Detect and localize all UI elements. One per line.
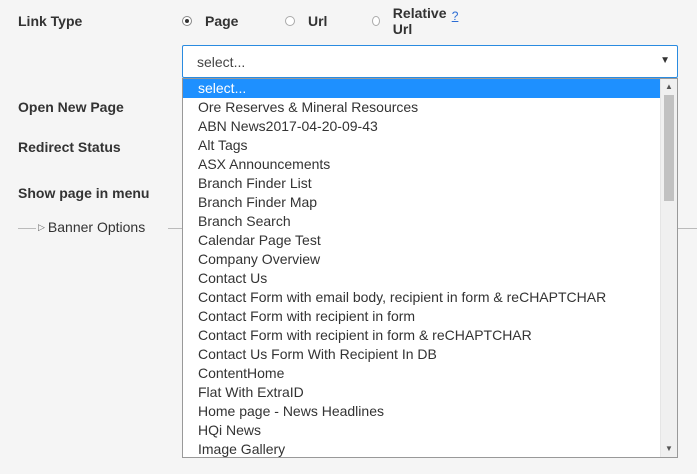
dropdown-option[interactable]: Ore Reserves & Mineral Resources: [183, 98, 660, 117]
dropdown-option[interactable]: Contact Form with email body, recipient …: [183, 288, 660, 307]
radio-relative-url[interactable]: Relative Url ?: [372, 5, 459, 37]
dropdown-option[interactable]: select...: [183, 79, 660, 98]
page-select-value: select...: [197, 54, 246, 70]
dropdown-option[interactable]: Image Gallery: [183, 440, 660, 457]
scrollbar-thumb[interactable]: [664, 95, 674, 201]
dropdown-option[interactable]: Branch Finder List: [183, 174, 660, 193]
banner-divider-mid: [168, 228, 182, 229]
dropdown-option[interactable]: Contact Form with recipient in form & re…: [183, 326, 660, 345]
radio-url[interactable]: Url: [285, 11, 327, 31]
dropdown-options: select... Ore Reserves & Mineral Resourc…: [183, 79, 660, 457]
radio-url-label[interactable]: Url: [308, 13, 327, 29]
dropdown-option[interactable]: Home page - News Headlines: [183, 402, 660, 421]
dropdown-option[interactable]: Branch Search: [183, 212, 660, 231]
banner-options-label[interactable]: Banner Options: [48, 219, 145, 235]
redirect-status-label: Redirect Status: [18, 139, 121, 155]
dropdown-option[interactable]: Contact Us: [183, 269, 660, 288]
radio-relative-url-label[interactable]: Relative Url: [393, 5, 449, 37]
banner-divider-left: [18, 228, 36, 229]
dropdown-option[interactable]: Company Overview: [183, 250, 660, 269]
help-link[interactable]: ?: [452, 9, 459, 23]
dropdown-option[interactable]: ASX Announcements: [183, 155, 660, 174]
link-type-label: Link Type: [18, 13, 83, 29]
page-select[interactable]: select... ▼: [182, 45, 678, 78]
triangle-right-icon: ▷: [38, 221, 45, 232]
dropdown-option[interactable]: Contact Form with recipient in form: [183, 307, 660, 326]
radio-relative-url-circle[interactable]: [372, 16, 380, 26]
dropdown-option[interactable]: Calendar Page Test: [183, 231, 660, 250]
dropdown-option[interactable]: Contact Us Form With Recipient In DB: [183, 345, 660, 364]
radio-page-label[interactable]: Page: [205, 13, 238, 29]
banner-options-toggle[interactable]: ▷ Banner Options: [38, 219, 145, 235]
radio-page-circle[interactable]: [182, 16, 192, 26]
dropdown-option[interactable]: Branch Finder Map: [183, 193, 660, 212]
radio-page[interactable]: Page: [182, 11, 238, 31]
show-in-menu-label: Show page in menu: [18, 185, 150, 201]
radio-url-circle[interactable]: [285, 16, 295, 26]
dropdown-scrollbar[interactable]: ▲ ▼: [660, 79, 677, 457]
scroll-down-arrow-icon[interactable]: ▼: [661, 441, 677, 457]
dropdown-option[interactable]: HQi News: [183, 421, 660, 440]
page-select-dropdown[interactable]: select... Ore Reserves & Mineral Resourc…: [182, 78, 678, 458]
banner-divider-right: [678, 228, 697, 229]
open-new-page-label: Open New Page: [18, 99, 124, 115]
chevron-down-icon[interactable]: ▼: [660, 55, 670, 66]
dropdown-option[interactable]: ContentHome: [183, 364, 660, 383]
dropdown-option[interactable]: Flat With ExtraID: [183, 383, 660, 402]
dropdown-option[interactable]: Alt Tags: [183, 136, 660, 155]
scroll-up-arrow-icon[interactable]: ▲: [661, 79, 677, 95]
dropdown-option[interactable]: ABN News2017-04-20-09-43: [183, 117, 660, 136]
